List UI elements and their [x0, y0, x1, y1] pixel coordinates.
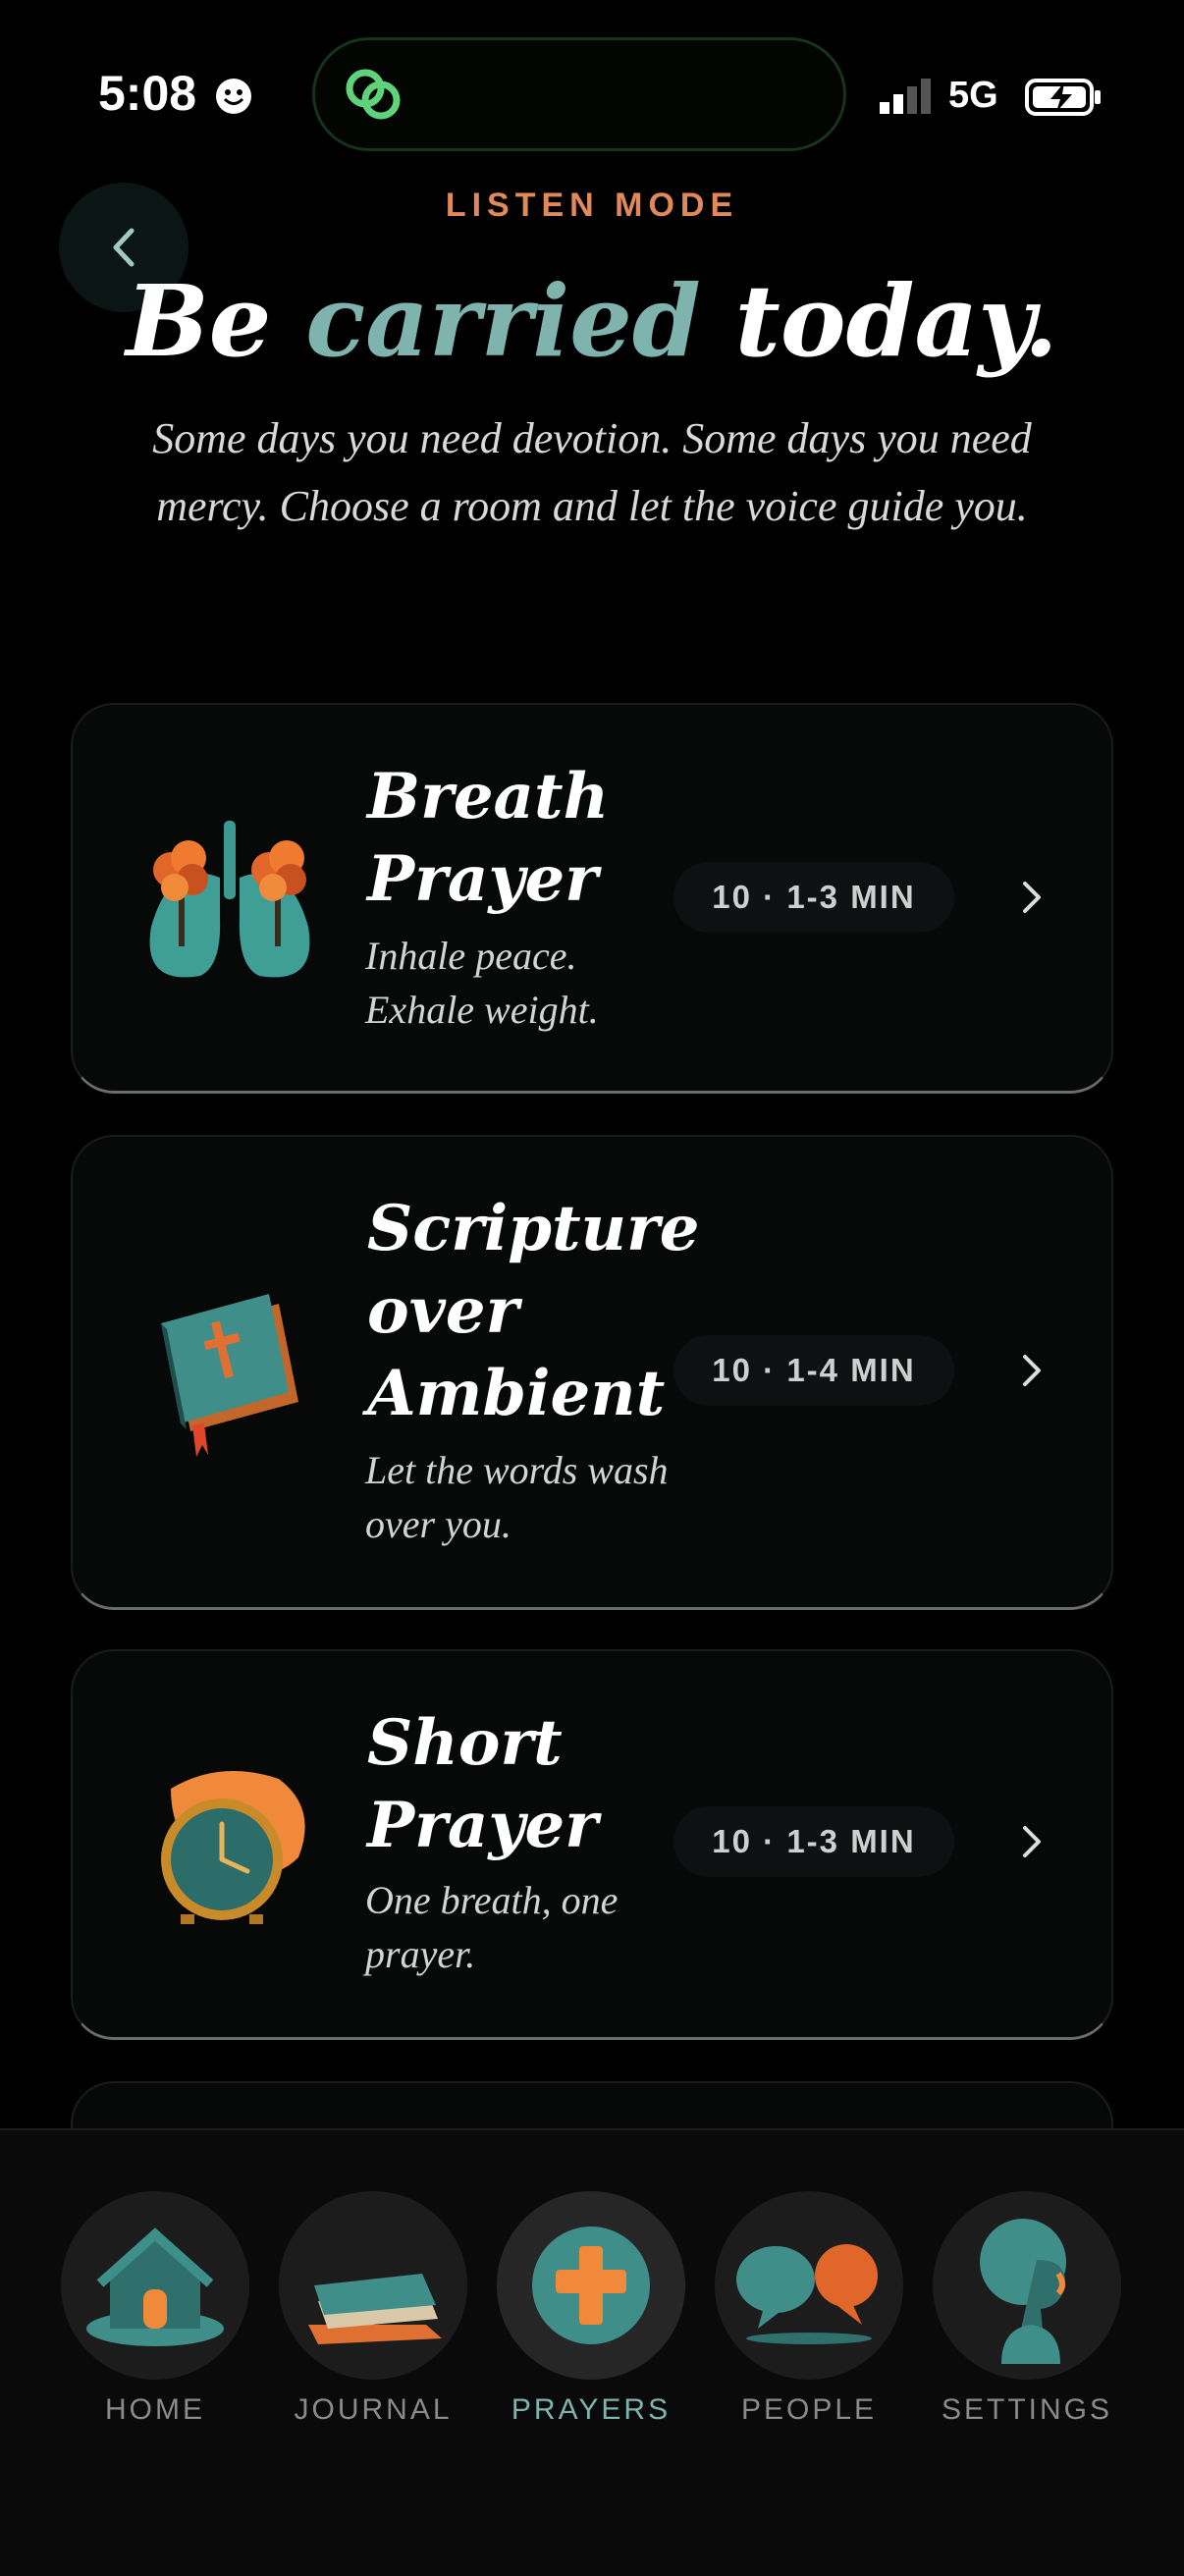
nav-label: PRAYERS	[511, 2393, 672, 2426]
nav-item-journal[interactable]: JOURNAL	[275, 2191, 471, 2427]
mode-label: LISTEN MODE	[445, 187, 739, 224]
status-bar: 5:08 5G	[0, 0, 1184, 187]
nav-label: JOURNAL	[294, 2393, 453, 2426]
nav-home-circle	[61, 2191, 249, 2380]
card-title: Breath Prayer	[367, 760, 610, 916]
card-description: Let the words wash over you.	[365, 1448, 669, 1546]
speech-bubbles-icon	[736, 2244, 878, 2344]
status-time: 5:08	[98, 66, 197, 121]
nav-people-circle	[715, 2191, 903, 2380]
signal-icon	[880, 79, 931, 114]
nav-settings-circle	[933, 2191, 1121, 2380]
nav-prayers-circle	[497, 2191, 685, 2380]
nav-item-home[interactable]: HOME	[57, 2191, 253, 2427]
battery-charging-icon	[1025, 79, 1101, 116]
duration-badge: 10 · 1-3 MIN	[673, 862, 954, 933]
title-accent: carried	[305, 263, 701, 379]
title-part-1: Be	[126, 263, 272, 379]
nav-label: SETTINGS	[941, 2393, 1112, 2426]
bottom-nav: HOME JOURNAL PRAYERS PEOPLE SETTINGS	[0, 2128, 1184, 2576]
head-profile-icon	[980, 2219, 1066, 2364]
nav-item-people[interactable]: PEOPLE	[711, 2191, 907, 2427]
card-title: Scripture over Ambient	[367, 1192, 700, 1430]
smiley-icon	[216, 79, 251, 114]
nav-journal-circle	[279, 2191, 467, 2380]
card-title: Short Prayer	[367, 1706, 598, 1862]
dynamic-island[interactable]	[312, 37, 846, 151]
network-type: 5G	[948, 75, 998, 116]
lungs-tree-icon	[149, 821, 310, 978]
duration-badge: 10 · 1-4 MIN	[673, 1335, 954, 1406]
duration-badge: 10 · 1-3 MIN	[673, 1806, 954, 1877]
clock-icon	[161, 1771, 305, 1924]
chevron-right-icon	[1023, 1355, 1041, 1386]
title-part-2: today.	[734, 263, 1058, 379]
house-icon	[86, 2227, 224, 2346]
card-description: One breath, one prayer.	[365, 1878, 619, 1976]
nav-item-settings[interactable]: SETTINGS	[929, 2191, 1125, 2427]
bible-icon	[161, 1294, 298, 1457]
book-icon	[308, 2274, 442, 2344]
prayer-card-short[interactable]: Short Prayer One breath, one prayer. 10 …	[71, 1649, 1113, 2040]
nav-label: HOME	[105, 2393, 205, 2426]
nav-label: PEOPLE	[740, 2393, 878, 2426]
page-subtitle: Some days you need devotion. Some days y…	[152, 414, 1032, 530]
chevron-right-icon	[1023, 882, 1041, 913]
nav-item-prayers[interactable]: PRAYERS	[493, 2191, 689, 2427]
card-description: Inhale peace. Exhale weight.	[365, 934, 599, 1032]
prayer-card-scripture[interactable]: Scripture over Ambient Let the words was…	[71, 1135, 1113, 1610]
chevron-right-icon	[1023, 1826, 1041, 1857]
prayer-card-breath[interactable]: Breath Prayer Inhale peace. Exhale weigh…	[71, 703, 1113, 1094]
cross-icon	[532, 2227, 650, 2344]
page-title: Be carried today.	[0, 257, 1184, 385]
link-rings-icon	[346, 69, 401, 120]
